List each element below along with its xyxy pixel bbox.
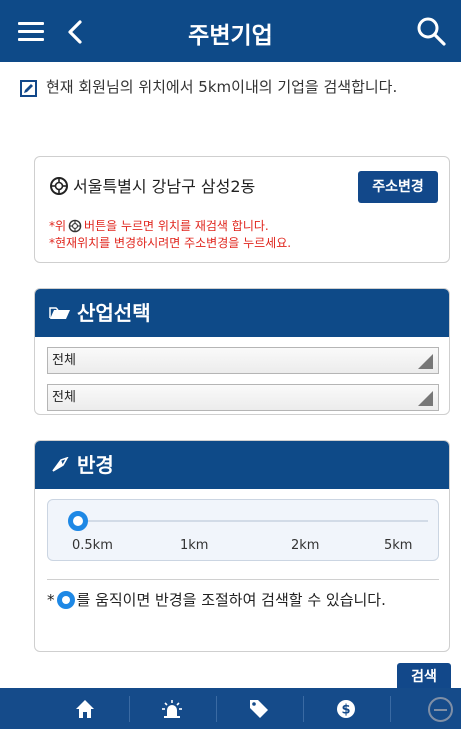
nav-alarm[interactable]	[130, 688, 216, 729]
location-row: 서울특별시 강남구 삼성2동	[49, 173, 255, 197]
radius-note-suffix: 를 움직이면 반경을 조절하여 검색할 수 있습니다.	[76, 591, 386, 609]
slider-thumb-icon	[56, 591, 75, 609]
industry-select-2[interactable]: 전체	[47, 384, 439, 411]
gps-icon[interactable]	[49, 176, 69, 196]
dropdown-arrow-icon	[418, 354, 433, 369]
tick-label: 0.5km	[72, 538, 113, 553]
tick-label: 2km	[291, 538, 320, 553]
industry-title: 산업선택	[77, 301, 151, 325]
tick-label: 5km	[384, 538, 413, 553]
dollar-icon: $	[337, 700, 355, 718]
industry-select-1-value: 전체	[52, 353, 76, 368]
nav-home[interactable]	[43, 688, 129, 729]
zoom-out-icon[interactable]	[428, 697, 453, 722]
search-button[interactable]: 검색	[397, 663, 451, 691]
alarm-icon	[162, 700, 182, 718]
slider-thumb[interactable]	[68, 511, 88, 531]
gps-note-suffix: 버튼을 누르면 위치를 재검색 합니다.	[84, 219, 269, 233]
compass-icon	[52, 457, 69, 472]
slider-track[interactable]	[78, 520, 428, 522]
industry-select-2-value: 전체	[52, 390, 76, 405]
address-change-button[interactable]: 주소변경	[358, 171, 438, 203]
tag-icon	[250, 700, 268, 718]
industry-select-1[interactable]: 전체	[47, 347, 439, 374]
location-card: 서울특별시 강남구 삼성2동 주소변경 *위 버튼을 누르면 위치를 재검색 합…	[34, 156, 450, 263]
search-icon[interactable]	[415, 15, 447, 47]
divider	[47, 579, 439, 580]
radius-slider[interactable]: 0.5km 1km 2km 5km	[47, 499, 439, 561]
tick-label: 1km	[180, 538, 209, 553]
radius-section: 반경 0.5km 1km 2km 5km * 를 움직이면 반경을 조절하여 검색…	[34, 440, 450, 652]
gps-icon-small	[68, 219, 82, 233]
edit-icon	[20, 80, 37, 97]
industry-header: 산업선택	[35, 289, 449, 337]
radius-title: 반경	[77, 453, 114, 477]
home-icon	[76, 700, 94, 718]
industry-section: 산업선택 전체 전체	[34, 288, 450, 415]
nav-separator	[390, 696, 391, 722]
radius-note: * 를 움직이면 반경을 조절하여 검색할 수 있습니다.	[47, 591, 442, 610]
bottom-nav: $	[0, 688, 461, 729]
app-bar: 주변기업	[0, 0, 461, 62]
svg-text:$: $	[341, 703, 350, 718]
page-title: 주변기업	[188, 23, 273, 49]
radius-header: 반경	[35, 441, 449, 489]
gps-note-prefix: *위	[49, 219, 67, 233]
address-note: *현재위치를 변경하시려면 주소변경을 누르세요.	[49, 236, 292, 250]
dropdown-arrow-icon	[418, 391, 433, 406]
folder-icon	[49, 307, 70, 319]
gps-note: *위 버튼을 누르면 위치를 재검색 합니다.	[49, 217, 269, 234]
info-text: 현재 회원님의 위치에서 5km이내의 기업을 검색합니다.	[20, 78, 440, 97]
address-text: 서울특별시 강남구 삼성2동	[73, 177, 256, 196]
nav-tag[interactable]	[217, 688, 303, 729]
radius-note-prefix: *	[47, 591, 55, 609]
info-message: 현재 회원님의 위치에서 5km이내의 기업을 검색합니다.	[46, 78, 398, 96]
nav-dollar[interactable]: $	[304, 688, 390, 729]
